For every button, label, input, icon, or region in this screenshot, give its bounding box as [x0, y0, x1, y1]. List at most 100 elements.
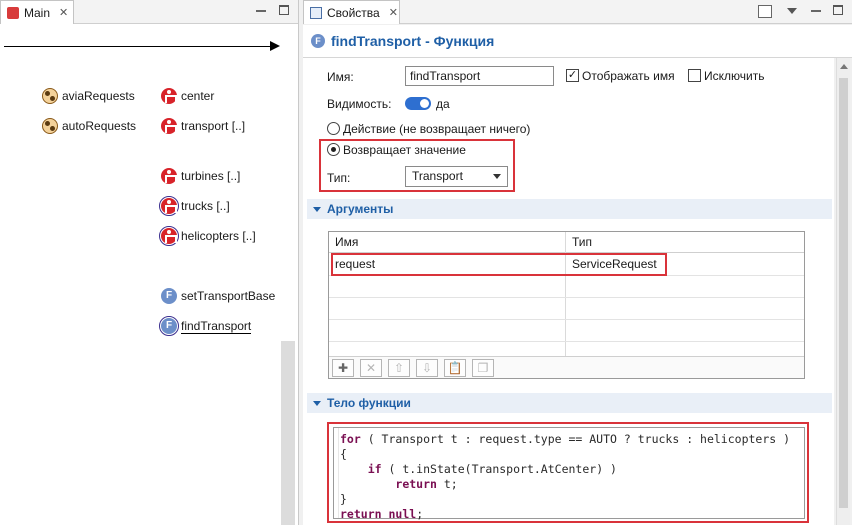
column-header-type: Тип	[572, 235, 593, 249]
returns-value-label: Возвращает значение	[343, 143, 466, 157]
item-label: helicopters [..]	[181, 229, 256, 243]
properties-scrollbar[interactable]	[836, 58, 850, 525]
function-icon: F	[311, 34, 325, 48]
arguments-toolbar: ✚ ✕ ⇧ ⇩ 📋 ❐	[329, 356, 804, 378]
chevron-down-icon	[493, 174, 501, 179]
code-line-6: return null;	[340, 507, 424, 521]
item-label: transport [..]	[181, 119, 246, 133]
agent-icon	[161, 118, 177, 134]
properties-icon	[310, 6, 322, 19]
move-down-button[interactable]: ⇩	[416, 359, 438, 377]
item-label: autoRequests	[62, 119, 137, 133]
function-icon: F	[159, 316, 179, 336]
canvas-item-turbines[interactable]: turbines [..]	[161, 168, 240, 184]
agent-icon	[161, 88, 177, 104]
agent-type-icon	[7, 6, 19, 19]
canvas-item-center[interactable]: center	[161, 88, 214, 104]
canvas-item-set-transport-base[interactable]: F setTransportBase	[161, 288, 275, 304]
action-radio-label: Действие (не возвращает ничего)	[343, 122, 531, 136]
type-dropdown[interactable]: Transport	[405, 166, 508, 187]
close-icon[interactable]: ✕	[389, 6, 398, 19]
copy-button[interactable]: ❐	[472, 359, 494, 377]
returns-value-radio[interactable]	[327, 143, 340, 156]
add-argument-button[interactable]: ✚	[332, 359, 354, 377]
column-divider	[565, 232, 566, 356]
arguments-table: Имя Тип request ServiceRequest ✚ ✕ ⇧ ⇩ 📋…	[328, 231, 805, 379]
arguments-table-header: Имя Тип	[329, 232, 804, 253]
agent-icon	[159, 226, 179, 246]
properties-title-bar: F findTransport - Функция	[303, 25, 852, 58]
paste-button[interactable]: 📋	[444, 359, 466, 377]
canvas-scrollbar[interactable]	[281, 341, 295, 525]
properties-panel: Свойства ✕ F findTransport - Функция Имя…	[303, 0, 852, 525]
item-label: findTransport	[181, 318, 252, 334]
column-header-name: Имя	[335, 235, 359, 249]
editor-margin	[338, 428, 339, 518]
row-divider	[329, 319, 804, 320]
connector-line	[4, 46, 274, 47]
exclude-checkbox[interactable]	[688, 69, 701, 82]
move-up-button[interactable]: ⇧	[388, 359, 410, 377]
item-label: center	[181, 89, 215, 103]
delete-argument-button[interactable]: ✕	[360, 359, 382, 377]
row-divider	[329, 297, 804, 298]
visibility-toggle[interactable]	[405, 97, 431, 110]
collection-icon	[42, 88, 58, 104]
code-line-1: for ( Transport t : request.type == AUTO…	[340, 432, 791, 446]
item-label: setTransportBase	[181, 289, 276, 303]
item-label: trucks [..]	[181, 199, 230, 213]
canvas-item-trucks[interactable]: trucks [..]	[159, 196, 230, 216]
show-name-checkbox[interactable]: ✓	[566, 69, 579, 82]
item-label: aviaRequests	[62, 89, 135, 103]
collapse-triangle-icon	[313, 400, 321, 406]
agent-icon	[159, 196, 179, 216]
open-in-new-window-icon[interactable]	[758, 5, 772, 18]
show-name-label: Отображать имя	[582, 69, 675, 83]
collapse-triangle-icon	[313, 206, 321, 212]
function-body-editor[interactable]: for ( Transport t : request.type == AUTO…	[333, 427, 805, 521]
arguments-section-header[interactable]: Аргументы	[307, 199, 832, 219]
tab-properties[interactable]: Свойства ✕	[303, 0, 400, 24]
name-input[interactable]: findTransport	[405, 66, 554, 86]
name-label: Имя:	[327, 70, 354, 84]
scroll-thumb[interactable]	[839, 78, 848, 508]
action-radio[interactable]	[327, 122, 340, 135]
close-icon[interactable]: ✕	[59, 6, 68, 19]
tab-main-label: Main	[24, 5, 51, 20]
tab-main[interactable]: Main ✕	[0, 0, 74, 24]
function-body-section-header[interactable]: Тело функции	[307, 393, 832, 413]
code-line-5: }	[340, 492, 347, 506]
left-tab-bar: Main ✕	[0, 0, 298, 24]
properties-title: findTransport - Функция	[331, 33, 495, 49]
row-divider	[329, 341, 804, 342]
canvas-item-helicopters[interactable]: helicopters [..]	[159, 226, 256, 246]
right-tab-bar: Свойства ✕	[303, 0, 852, 24]
canvas-item-find-transport[interactable]: F findTransport	[159, 316, 252, 336]
maximize-icon[interactable]	[833, 5, 843, 15]
arguments-section-title: Аргументы	[327, 202, 394, 216]
main-editor-panel: Main ✕ aviaRequests autoRequests center …	[0, 0, 299, 525]
type-label: Тип:	[327, 171, 351, 185]
maximize-icon[interactable]	[279, 5, 289, 15]
item-label: turbines [..]	[181, 169, 241, 183]
arrowhead-icon	[270, 41, 280, 51]
function-body-section-title: Тело функции	[327, 396, 411, 410]
minimize-icon[interactable]	[256, 4, 266, 12]
graphical-editor-canvas[interactable]: aviaRequests autoRequests center transpo…	[0, 25, 298, 525]
code-line-2: {	[340, 447, 347, 461]
visibility-label: Видимость:	[327, 97, 392, 111]
canvas-item-avia-requests[interactable]: aviaRequests	[42, 88, 135, 104]
code-line-4: return t;	[395, 477, 458, 491]
argument-row-highlight	[331, 253, 667, 276]
code-line-3: if ( t.inState(Transport.AtCenter) )	[367, 462, 617, 476]
properties-content: Имя: findTransport ✓ Отображать имя Искл…	[303, 58, 834, 525]
view-menu-icon[interactable]	[787, 8, 797, 14]
visibility-value: да	[436, 97, 450, 111]
canvas-item-auto-requests[interactable]: autoRequests	[42, 118, 136, 134]
collection-icon	[42, 118, 58, 134]
canvas-item-transport[interactable]: transport [..]	[161, 118, 245, 134]
function-icon: F	[161, 288, 177, 304]
scroll-up-icon[interactable]	[840, 64, 848, 69]
minimize-icon[interactable]	[811, 4, 821, 12]
type-dropdown-value: Transport	[412, 169, 463, 183]
